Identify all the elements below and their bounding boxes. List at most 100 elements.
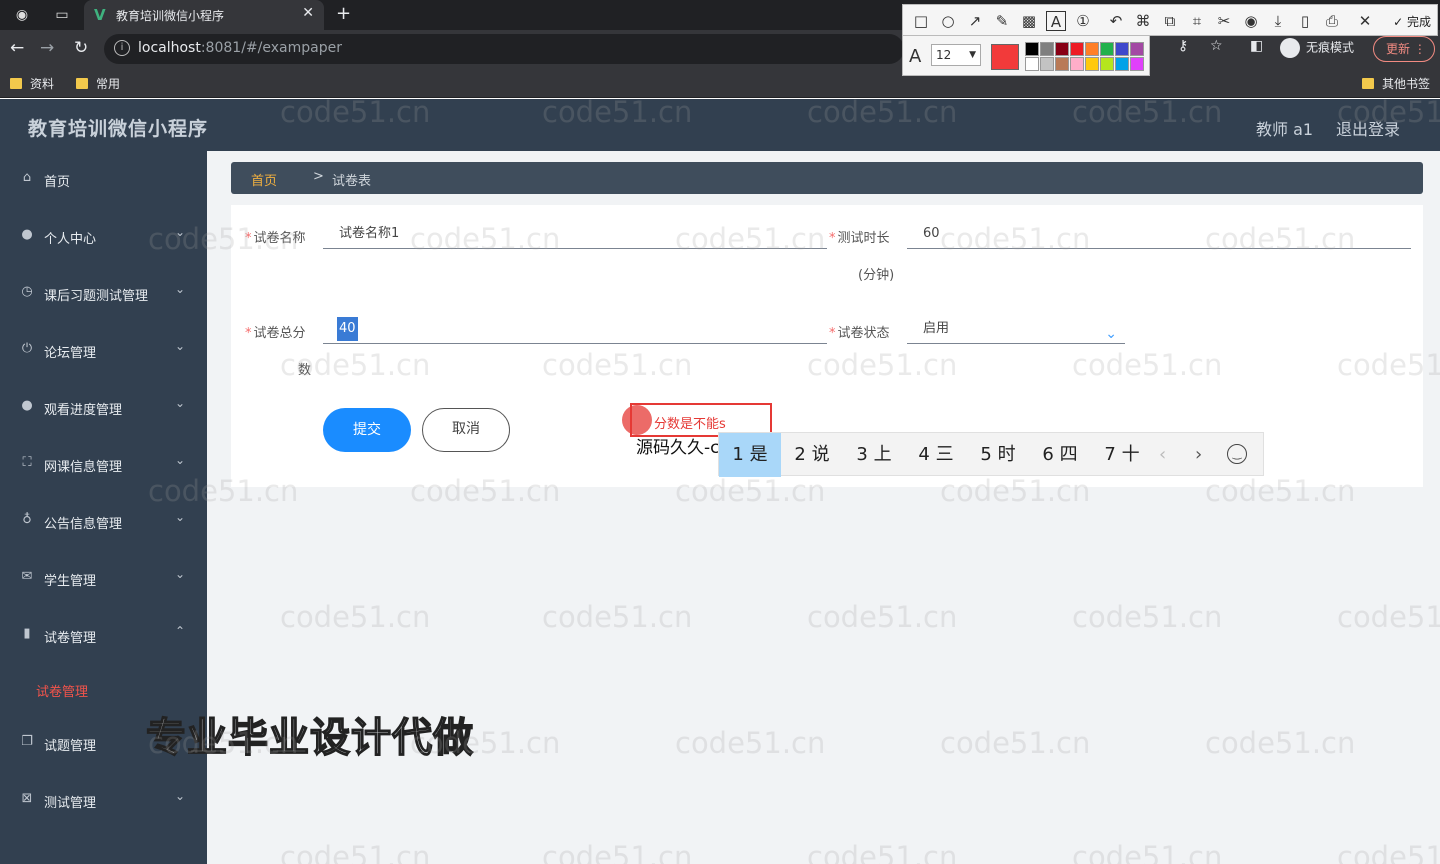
sidebar-item-course[interactable]: ⛶ 网课信息管理 ⌄ <box>0 445 207 485</box>
back-icon[interactable]: ← <box>10 38 24 58</box>
color-swatch[interactable] <box>1115 57 1129 71</box>
sidebar-item-exampaper[interactable]: ▮ 试卷管理 ⌃ <box>0 616 207 656</box>
sidebar-item-label: 论坛管理 <box>44 346 97 361</box>
bookmark-folder-2[interactable]: 常用 <box>76 75 120 92</box>
bookmark-folder-1[interactable]: 资料 <box>10 75 54 92</box>
ellipse-icon[interactable]: ○ <box>938 11 958 31</box>
color-swatch[interactable] <box>1085 57 1099 71</box>
sidebar-item-label: 测试管理 <box>44 796 97 811</box>
download-icon[interactable]: ⤓ <box>1268 11 1288 31</box>
ime-next-icon[interactable]: › <box>1195 433 1202 477</box>
phone-icon[interactable]: ▯ <box>1295 11 1315 31</box>
sidebar-item-notice[interactable]: ♁ 公告信息管理 ⌄ <box>0 502 207 542</box>
record-icon[interactable]: ◉ <box>1241 11 1261 31</box>
color-swatch[interactable] <box>1085 42 1099 56</box>
cancel-icon[interactable]: ✕ <box>1355 11 1375 31</box>
color-swatch[interactable] <box>1100 42 1114 56</box>
color-swatch[interactable] <box>1055 57 1069 71</box>
color-swatch[interactable] <box>1100 57 1114 71</box>
annotation-text: 分数是不能s <box>654 417 726 432</box>
sidebar-item-personal-center[interactable]: ● 个人中心 ⌄ <box>0 217 207 257</box>
browser-tab[interactable]: V 教育培训微信小程序 ✕ <box>84 0 324 30</box>
color-swatch[interactable] <box>1130 57 1144 71</box>
ime-prev-icon[interactable]: ‹ <box>1159 433 1166 477</box>
color-swatch[interactable] <box>1070 42 1084 56</box>
sidebar-item-students[interactable]: ✉ 学生管理 ⌄ <box>0 559 207 599</box>
cancel-button[interactable]: 取消 <box>422 408 510 452</box>
sidebar-item-label: 试卷管理 <box>44 631 97 646</box>
ime-candidate[interactable]: 5 时 <box>967 433 1029 477</box>
mosaic-icon[interactable]: ▩ <box>1019 11 1039 31</box>
undo-icon[interactable]: ↶ <box>1106 11 1126 31</box>
chevron-down-icon: ⌄ <box>175 510 186 524</box>
number-icon[interactable]: ① <box>1073 11 1093 31</box>
color-swatch[interactable] <box>1070 57 1084 71</box>
mail-icon: ✉ <box>21 569 33 584</box>
color-swatch[interactable] <box>1040 57 1054 71</box>
sidebar-item-label: 个人中心 <box>44 232 97 247</box>
translate-icon[interactable]: ⧉ <box>1160 11 1180 31</box>
logout-link[interactable]: 退出登录 <box>1336 116 1400 140</box>
color-swatch[interactable] <box>1055 42 1069 56</box>
app-title: 教育培训微信小程序 <box>28 118 209 140</box>
ime-candidate-bar: 1 是 2 说 3 上 4 三 5 时 6 四 7 十 ‹ › ‿ <box>718 432 1264 477</box>
sidebar-item-tests[interactable]: ⊠ 测试管理 ⌄ <box>0 781 207 821</box>
arrow-icon[interactable]: ↗ <box>965 11 985 31</box>
ime-candidate[interactable]: 6 四 <box>1029 433 1091 477</box>
color-palette[interactable] <box>1025 42 1145 72</box>
paper-name-input[interactable]: 试卷名称1 <box>323 219 827 249</box>
tab-close-icon[interactable]: ✕ <box>302 5 314 21</box>
chevron-down-icon: ⌄ <box>1105 326 1117 342</box>
text-tool-icon[interactable]: A <box>1046 11 1066 31</box>
folder-icon <box>76 78 88 89</box>
pin-icon[interactable]: ⌘ <box>1133 11 1153 31</box>
chevron-down-icon: ⌄ <box>175 225 186 239</box>
color-swatch[interactable] <box>1040 42 1054 56</box>
url-input[interactable]: i localhost:8081/#/exampaper <box>104 34 904 64</box>
submit-button[interactable]: 提交 <box>323 408 411 452</box>
status-select[interactable]: 启用 ⌄ <box>907 314 1125 344</box>
duration-label: * 测试时长 <box>829 231 890 246</box>
font-size-select[interactable]: 12 ▼ <box>931 44 981 66</box>
ime-candidate[interactable]: 4 三 <box>905 433 967 477</box>
emoji-icon[interactable]: ‿ <box>1227 444 1247 464</box>
tab-search-icon[interactable]: ▭ <box>52 5 72 25</box>
ime-candidate[interactable]: 2 说 <box>781 433 843 477</box>
current-color-swatch[interactable] <box>991 44 1019 70</box>
forward-icon[interactable]: → <box>40 38 54 58</box>
breadcrumb-separator: > <box>313 169 324 184</box>
sidebar-item-forum[interactable]: ⏻ 论坛管理 ⌄ <box>0 331 207 371</box>
sidebar-item-home[interactable]: ⌂ 首页 <box>0 160 207 200</box>
pencil-icon[interactable]: ✎ <box>992 11 1012 31</box>
status-value: 启用 <box>923 321 950 336</box>
pin-board-icon[interactable]: ✂ <box>1214 11 1234 31</box>
color-swatch[interactable] <box>1025 57 1039 71</box>
reload-icon[interactable]: ↻ <box>74 38 88 58</box>
duration-input[interactable]: 60 <box>907 219 1411 249</box>
breadcrumb-home[interactable]: 首页 <box>251 170 277 189</box>
sidebar-item-progress[interactable]: ● 观看进度管理 ⌄ <box>0 388 207 428</box>
copy-icon: ❐ <box>21 734 33 749</box>
save-icon[interactable]: ⎙ <box>1322 11 1342 31</box>
selected-text: 40 <box>337 317 358 341</box>
submenu-item-exampaper[interactable]: 试卷管理 <box>0 669 207 709</box>
sidebar-item-label: 学生管理 <box>44 574 97 589</box>
scan-icon[interactable]: ⌗ <box>1187 11 1207 31</box>
ime-candidate[interactable]: 1 是 <box>719 433 781 477</box>
ime-candidate[interactable]: 7 十 <box>1091 433 1153 477</box>
sidebar-item-exercise-test[interactable]: ◷ 课后习题测试管理 ⌄ <box>0 274 207 314</box>
other-bookmarks[interactable]: 其他书签 <box>1362 75 1430 92</box>
rectangle-icon[interactable]: □ <box>911 11 931 31</box>
done-button[interactable]: ✓ 完成 <box>1393 13 1431 30</box>
site-info-icon[interactable]: i <box>114 40 130 56</box>
tab-title: 教育培训微信小程序 <box>116 9 225 23</box>
total-score-label-wrap: 数 <box>298 363 312 378</box>
new-tab-icon[interactable]: + <box>336 3 351 24</box>
chrome-menu-icon[interactable]: ◉ <box>12 5 32 25</box>
total-score-input[interactable]: 40 <box>323 314 827 344</box>
color-swatch[interactable] <box>1025 42 1039 56</box>
color-swatch[interactable] <box>1115 42 1129 56</box>
color-swatch[interactable] <box>1130 42 1144 56</box>
ime-candidate[interactable]: 3 上 <box>843 433 905 477</box>
chart-icon: ▮ <box>23 626 31 641</box>
